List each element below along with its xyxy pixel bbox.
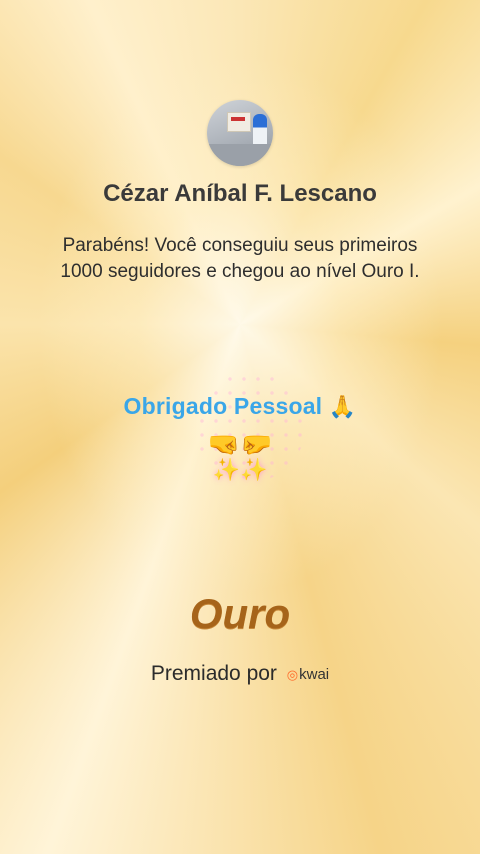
avatar-photo-bottle — [253, 114, 267, 148]
award-card: Cézar Aníbal F. Lescano Parabéns! Você c… — [0, 0, 480, 854]
fist-bump-icon: 🤜🤛 — [207, 430, 273, 460]
level-title: Ouro — [189, 590, 291, 637]
awarded-by: Premiado por ◎kwai — [0, 662, 480, 686]
user-name: Cézar Aníbal F. Lescano — [103, 180, 377, 207]
thanks-sticker: Obrigado Pessoal 🙏 — [0, 393, 480, 420]
awarded-by-label: Premiado por — [150, 662, 277, 685]
kwai-brand: ◎kwai — [287, 666, 329, 683]
congrats-message: Parabéns! Você conseguiu seus primeiros … — [60, 235, 420, 282]
avatar-photo-surface — [207, 144, 273, 166]
avatar[interactable] — [207, 100, 273, 166]
avatar-photo-box — [227, 112, 251, 132]
thanks-text: Obrigado Pessoal — [123, 393, 323, 419]
sparkle-icon: ✨✨ — [212, 458, 268, 483]
kwai-brand-name: kwai — [299, 665, 330, 683]
kwai-logo-icon: ◎ — [286, 666, 299, 682]
pray-icon: 🙏 — [328, 394, 357, 419]
